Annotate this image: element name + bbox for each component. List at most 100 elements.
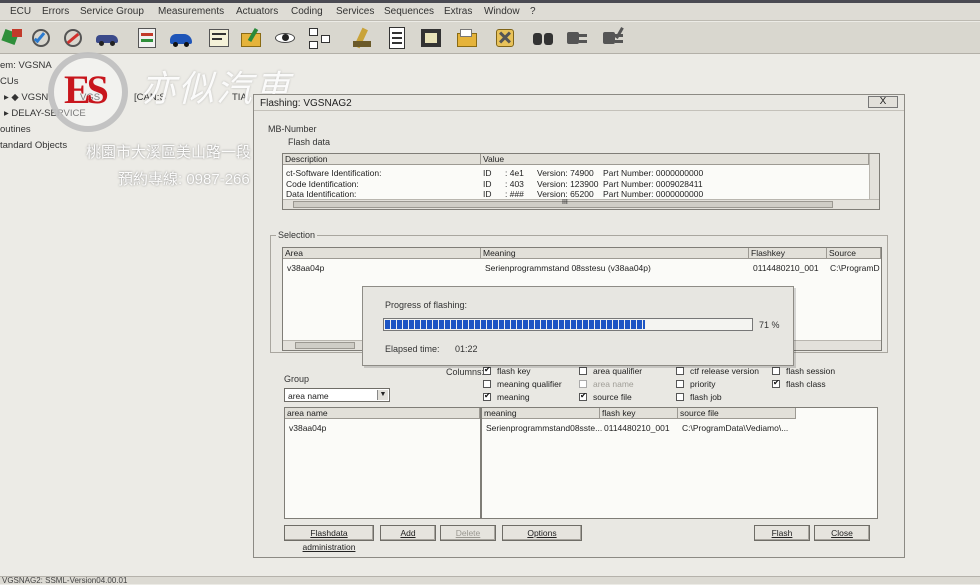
info-table-hscroll[interactable]: III xyxy=(283,199,879,209)
diagnostics-icon[interactable] xyxy=(134,25,160,51)
col-flashkey-header[interactable]: Flashkey xyxy=(749,248,827,259)
checkbox-flash-session[interactable] xyxy=(772,367,780,375)
selection-flashkey[interactable]: 0114480210_001 xyxy=(753,263,819,273)
selection-area[interactable]: v38aa04p xyxy=(287,263,324,273)
selection-scroll-thumb[interactable] xyxy=(295,342,355,349)
folder-open-icon[interactable] xyxy=(454,25,480,51)
dialog-close-button[interactable]: X xyxy=(868,96,898,108)
progress-dialog: Progress of flashing: 71 % Elapsed time:… xyxy=(362,286,794,366)
progress-label: Progress of flashing: xyxy=(385,300,468,310)
area-name-list: area name v38aa04p xyxy=(284,407,481,519)
toolbar xyxy=(0,22,980,54)
flash-file-source[interactable]: C:\ProgramData\Vediamo\... xyxy=(682,423,788,433)
group-select-value: area name xyxy=(288,391,329,401)
options-button[interactable]: Options xyxy=(502,525,582,541)
checkbox-priority[interactable] xyxy=(676,380,684,388)
network-icon[interactable] xyxy=(306,25,332,51)
checkbox-ctf-release-version-label: ctf release version xyxy=(690,366,759,376)
car-blue-icon[interactable] xyxy=(168,25,194,51)
checkbox-flash-class[interactable] xyxy=(772,378,780,388)
menu-extras[interactable]: Extras xyxy=(444,6,472,17)
tree-item-routines[interactable]: outines xyxy=(0,124,31,135)
close-button[interactable]: Close xyxy=(814,525,870,541)
checkbox-flash-class-label: flash class xyxy=(786,379,826,389)
col-description-header[interactable]: Description xyxy=(283,154,481,165)
checkbox-source-file-label: source file xyxy=(593,392,632,402)
columns-label: Columns: xyxy=(446,367,485,377)
flash-tool-icon[interactable] xyxy=(350,25,376,51)
col-meaning-header[interactable]: meaning xyxy=(482,408,600,419)
checkbox-area-name-label: area name xyxy=(593,379,634,389)
flash-file-meaning[interactable]: Serienprogrammstand08sste... xyxy=(486,423,602,433)
col-source-header[interactable]: Source xyxy=(827,248,881,259)
menu-window[interactable]: Window xyxy=(484,6,520,17)
info-row-id-value: : 4e1 xyxy=(505,168,524,178)
col-area-name-header[interactable]: area name xyxy=(285,408,480,419)
checkbox-meaning[interactable] xyxy=(483,391,491,401)
flashdata-administration-button[interactable]: Flashdata administration xyxy=(284,525,374,552)
group-label: Group xyxy=(284,374,310,384)
menu-measurements[interactable]: Measurements xyxy=(158,6,224,17)
checkbox-flash-key[interactable] xyxy=(483,365,491,375)
tree-item-vgsn[interactable]: ▸ ◆ VGSN xyxy=(4,92,48,103)
menu-services[interactable]: Services xyxy=(336,6,374,17)
mb-number-label: MB-Number xyxy=(268,124,317,134)
eye-icon[interactable] xyxy=(272,25,298,51)
status-bar: VGSNAG2: SSML-Version04.00.01 xyxy=(0,576,980,585)
info-row-part-number: Part Number: 0000000000 xyxy=(603,189,704,197)
plug-disconnect-icon[interactable] xyxy=(600,25,626,51)
tree-item-standard-objects[interactable]: tandard Objects xyxy=(0,140,67,151)
chevron-down-icon[interactable]: ▼ xyxy=(377,390,388,400)
checkbox-flash-job[interactable] xyxy=(676,393,684,401)
menu-bar: ECU Errors Service Group Measurements Ac… xyxy=(0,3,980,21)
check-icon[interactable] xyxy=(28,25,54,51)
flash-button[interactable]: Flash xyxy=(754,525,810,541)
info-row-part-number: Part Number: 0009028411 xyxy=(603,179,703,189)
col-area-header[interactable]: Area xyxy=(283,248,481,259)
menu-errors[interactable]: Errors xyxy=(42,6,69,17)
col-flash-key-header[interactable]: flash key xyxy=(600,408,678,419)
document-list-icon[interactable] xyxy=(384,25,410,51)
checkbox-ctf-release-version[interactable] xyxy=(676,367,684,375)
info-table-vscroll[interactable] xyxy=(869,154,879,199)
col-meaning-header[interactable]: Meaning xyxy=(481,248,749,259)
watermark-phone: 預約專線: 0987-266 xyxy=(118,171,250,188)
menu-coding[interactable]: Coding xyxy=(291,6,323,17)
checkbox-meaning-qualifier[interactable] xyxy=(483,380,491,388)
flash-file-key[interactable]: 0114480210_001 xyxy=(604,423,670,433)
plug-connect-icon[interactable] xyxy=(564,25,590,51)
film-icon[interactable] xyxy=(418,25,444,51)
info-row-id-value: : 403 xyxy=(505,179,524,189)
measurement-icon[interactable] xyxy=(206,25,232,51)
tools-icon[interactable] xyxy=(492,25,518,51)
menu-service-group[interactable]: Service Group xyxy=(80,6,144,17)
checkbox-meaning-label: meaning xyxy=(497,392,530,402)
menu-ecu[interactable]: ECU xyxy=(10,6,31,17)
checkbox-source-file[interactable] xyxy=(579,391,587,401)
binoculars-icon[interactable] xyxy=(530,25,556,51)
vehicle-icon[interactable] xyxy=(94,25,120,51)
checkbox-flash-key-label: flash key xyxy=(497,366,531,376)
area-name-item[interactable]: v38aa04p xyxy=(289,423,326,433)
error-check-icon[interactable] xyxy=(60,25,86,51)
add-button[interactable]: Add xyxy=(380,525,436,541)
tree-item-system[interactable]: em: VGSNA xyxy=(0,60,52,71)
menu-sequences[interactable]: Sequences xyxy=(384,6,434,17)
scroll-grip-label: III xyxy=(562,199,568,206)
checkbox-area-qualifier-label: area qualifier xyxy=(593,366,643,376)
menu-help[interactable]: ? xyxy=(530,6,536,17)
selection-meaning[interactable]: Serienprogrammstand 08sstesu (v38aa04p) xyxy=(485,263,651,273)
tree-item-ecus[interactable]: CUs xyxy=(0,76,18,87)
checkbox-area-qualifier[interactable] xyxy=(579,367,587,375)
delete-button[interactable]: Delete xyxy=(440,525,496,541)
group-select[interactable]: area name ▼ xyxy=(284,388,390,402)
checkbox-flash-job-label: flash job xyxy=(690,392,722,402)
menu-actuators[interactable]: Actuators xyxy=(236,6,278,17)
col-source-file-header[interactable]: source file xyxy=(678,408,796,419)
selection-source[interactable]: C:\ProgramD xyxy=(830,263,880,273)
ecu-connect-icon[interactable] xyxy=(0,25,26,51)
folder-edit-icon[interactable] xyxy=(238,25,264,51)
ecu-tree: em: VGSNA CUs ▸ ◆ VGSN VGS [CAN:S TIA ▸ … xyxy=(0,55,250,575)
info-scroll-thumb[interactable]: III xyxy=(293,199,833,208)
col-value-header[interactable]: Value xyxy=(481,154,869,165)
